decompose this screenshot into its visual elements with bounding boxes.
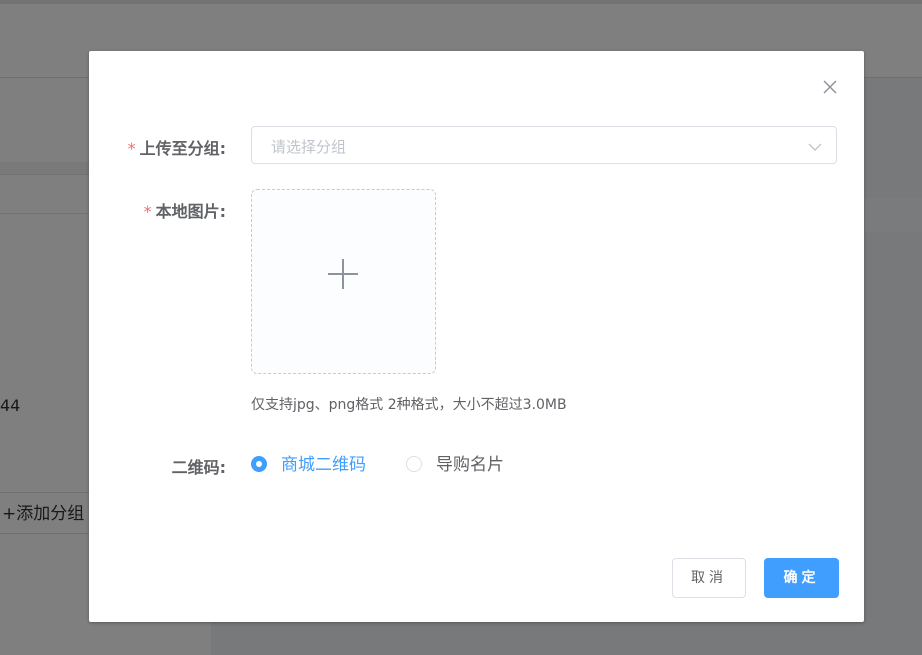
- radio-label: 导购名片: [436, 455, 504, 475]
- upload-tip-text: 仅支持jpg、png格式 2种格式，大小不超过3.0MB: [251, 397, 567, 413]
- chevron-down-icon: [808, 139, 822, 153]
- group-select[interactable]: 请选择分组: [251, 126, 837, 164]
- radio-label: 商城二维码: [281, 455, 366, 475]
- image-field-label: * 本地图片:: [144, 198, 226, 222]
- upload-image-dialog: * 上传至分组: 请选择分组 * 本地图片: 仅支持jpg、png格式 2种格式，大…: [89, 51, 864, 622]
- group-select-placeholder: 请选择分组: [271, 138, 347, 156]
- required-mark: *: [143, 202, 152, 221]
- close-icon[interactable]: [820, 77, 840, 97]
- group-field-label: * 上传至分组:: [128, 135, 226, 159]
- image-upload-area[interactable]: [251, 189, 436, 374]
- qrcode-field-label: 二维码:: [171, 458, 226, 477]
- radio-circle-unchecked[interactable]: [406, 456, 422, 472]
- radio-circle-checked[interactable]: [251, 456, 267, 472]
- confirm-button[interactable]: 确定: [764, 558, 839, 598]
- plus-icon: [328, 259, 358, 289]
- cancel-button[interactable]: 取消: [672, 558, 746, 598]
- required-mark: *: [127, 139, 136, 158]
- group-label-text: 上传至分组:: [139, 139, 226, 158]
- image-label-text: 本地图片:: [155, 202, 226, 221]
